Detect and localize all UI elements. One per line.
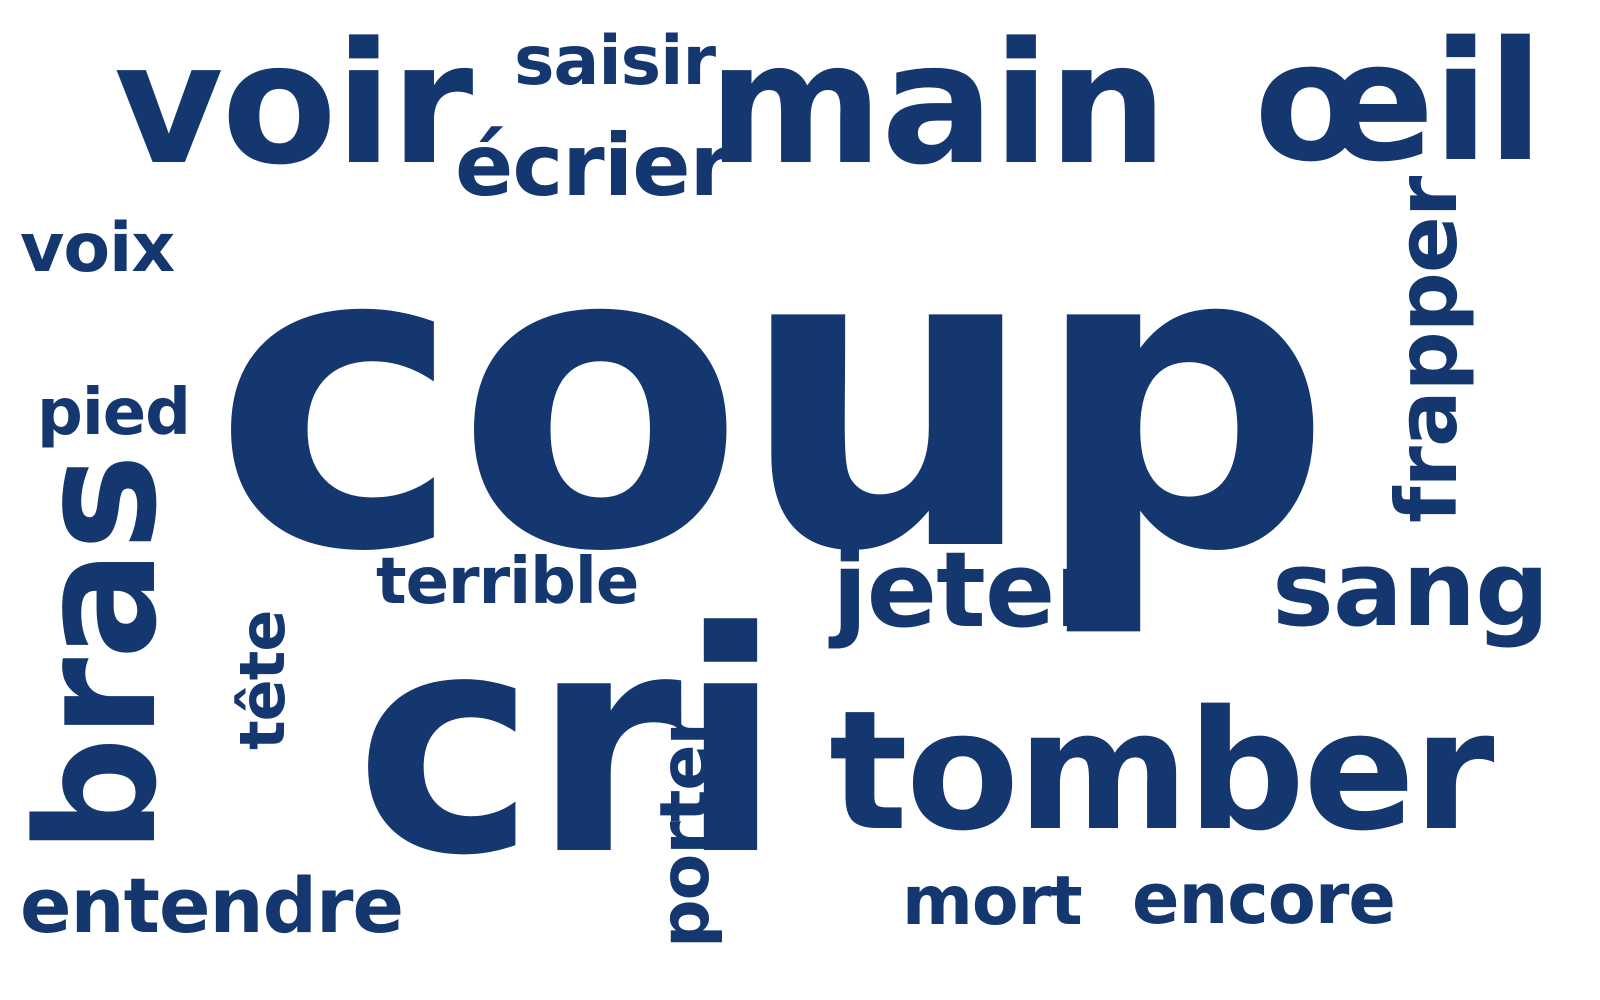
word-porter: porter [646,712,725,948]
word-bras: bras [2,455,193,854]
word-tete: tête [226,610,299,750]
word-entendre: entendre [20,861,404,950]
word-jeter: jeter [832,529,1106,651]
word-cloud: coup cri main voir œil tomber bras jeter… [0,0,1600,1000]
word-tomber: tomber [829,675,1495,867]
word-encore: encore [1132,858,1396,940]
word-voir: voir [114,6,473,202]
word-mort: mort [902,862,1083,941]
word-frapper: frapper [1378,176,1476,523]
word-pied: pied [37,376,191,450]
word-oeil: œil [1254,6,1544,198]
word-ecrier: écrier [455,116,732,216]
word-terrible: terrible [376,545,639,619]
word-sang: sang [1272,528,1550,650]
word-main: main [708,6,1168,202]
word-saisir: saisir [514,22,716,101]
word-voix: voix [20,209,175,288]
